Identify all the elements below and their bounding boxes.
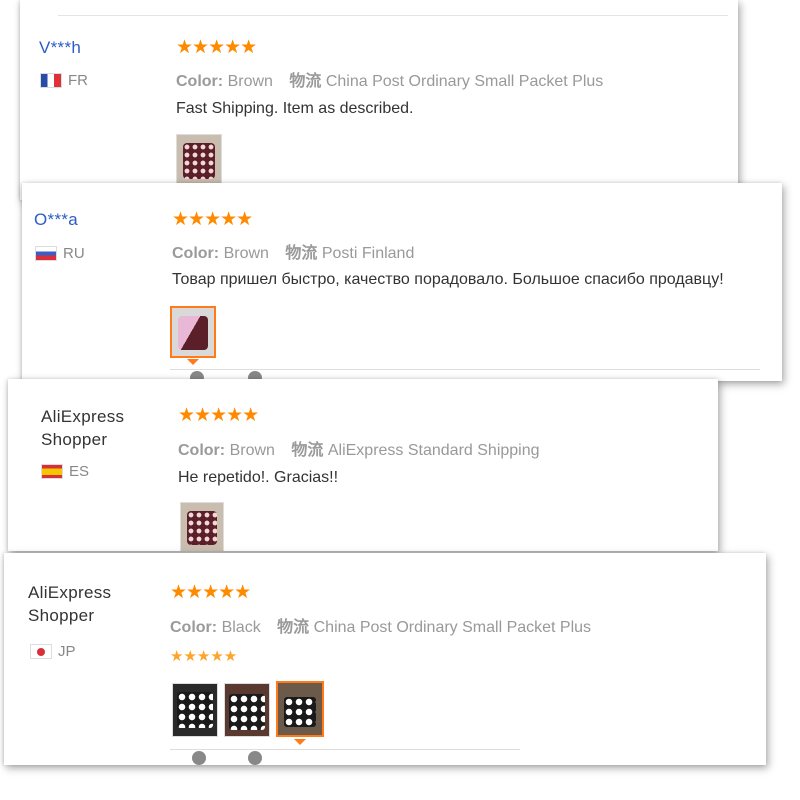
review-text-stars: ★★★★★ — [170, 648, 238, 665]
order-info: Color: Black 物流 China Post Ordinary Smal… — [170, 613, 591, 637]
review-card-3: AliExpress Shopper ES ★★★★★ Color: Brown… — [8, 379, 718, 551]
logistics-label: 物流 — [289, 73, 322, 90]
star-rating: ★★★★★ — [170, 582, 251, 603]
review-photo-thumb-selected[interactable] — [170, 306, 216, 358]
reviewer-name[interactable]: O***a — [34, 210, 78, 230]
color-label: Color: — [172, 245, 220, 262]
review-card-4: AliExpress Shopper JP ★★★★★ Color: Black… — [4, 553, 766, 765]
logistics-label: 物流 — [277, 619, 310, 636]
review-text: He repetido!. Gracias!! — [178, 469, 339, 486]
color-value: Black — [221, 619, 261, 636]
country-code: RU — [63, 245, 85, 262]
logistics-label: 物流 — [285, 245, 318, 262]
country-code: FR — [68, 72, 88, 89]
country-code: ES — [69, 463, 90, 480]
review-card-1: V***h FR ★★★★★ Color: Brown 物流 China Pos… — [20, 0, 738, 200]
review-photo-thumb-selected[interactable] — [276, 681, 324, 737]
reviewer-name[interactable]: AliExpress Shopper — [28, 581, 128, 627]
bag-photo — [177, 692, 213, 728]
flag-jp-icon — [30, 644, 52, 659]
color-label: Color: — [176, 73, 224, 90]
review-photo-thumb[interactable] — [224, 683, 270, 737]
divider — [170, 369, 760, 370]
logistics-label: 物流 — [291, 442, 324, 459]
review-photo-thumb[interactable] — [172, 683, 218, 737]
color-label: Color: — [178, 442, 226, 459]
bag-photo — [284, 697, 316, 727]
bag-photo — [229, 694, 265, 730]
reviewer-name[interactable]: V***h — [39, 38, 81, 58]
reviewer-country: FR — [40, 72, 88, 89]
reviewer-name[interactable]: AliExpress Shopper — [41, 405, 141, 451]
order-info: Color: Brown 物流 Posti Finland — [172, 239, 414, 263]
bag-photo — [187, 511, 217, 545]
star-rating: ★★★★★ — [176, 37, 257, 58]
avatar-dot-icon — [248, 751, 262, 765]
reviewer-country: JP — [30, 643, 76, 660]
logistics-value: China Post Ordinary Small Packet Plus — [325, 73, 604, 90]
logistics-value: China Post Ordinary Small Packet Plus — [313, 619, 592, 636]
review-text: Товар пришел быстро, качество порадовало… — [172, 271, 724, 288]
color-value: Brown — [227, 73, 273, 90]
flag-fr-icon — [40, 73, 62, 88]
flag-ru-icon — [35, 246, 57, 261]
review-photo-thumb[interactable] — [176, 134, 222, 186]
bag-photo — [183, 143, 215, 179]
logistics-value: Posti Finland — [321, 245, 415, 262]
color-label: Color: — [170, 619, 218, 636]
selected-caret-icon — [294, 739, 306, 745]
review-photo-thumb[interactable] — [180, 502, 224, 551]
bag-photo — [178, 316, 208, 350]
star-rating: ★★★★★ — [172, 209, 253, 230]
divider — [58, 15, 728, 16]
review-card-2: O***a RU ★★★★★ Color: Brown 物流 Posti Fin… — [22, 183, 782, 381]
order-info: Color: Brown 物流 China Post Ordinary Smal… — [176, 67, 603, 91]
selected-caret-icon — [187, 359, 199, 365]
flag-es-icon — [41, 464, 63, 479]
star-rating: ★★★★★ — [178, 405, 259, 426]
color-value: Brown — [223, 245, 269, 262]
reviewer-country: RU — [35, 245, 85, 262]
logistics-value: AliExpress Standard Shipping — [327, 442, 540, 459]
order-info: Color: Brown 物流 AliExpress Standard Ship… — [178, 436, 540, 460]
avatar-dot-icon — [192, 751, 206, 765]
color-value: Brown — [229, 442, 275, 459]
reviewer-country: ES — [41, 463, 89, 480]
review-text: Fast Shipping. Item as described. — [176, 100, 414, 117]
country-code: JP — [58, 643, 76, 660]
divider — [170, 749, 520, 750]
